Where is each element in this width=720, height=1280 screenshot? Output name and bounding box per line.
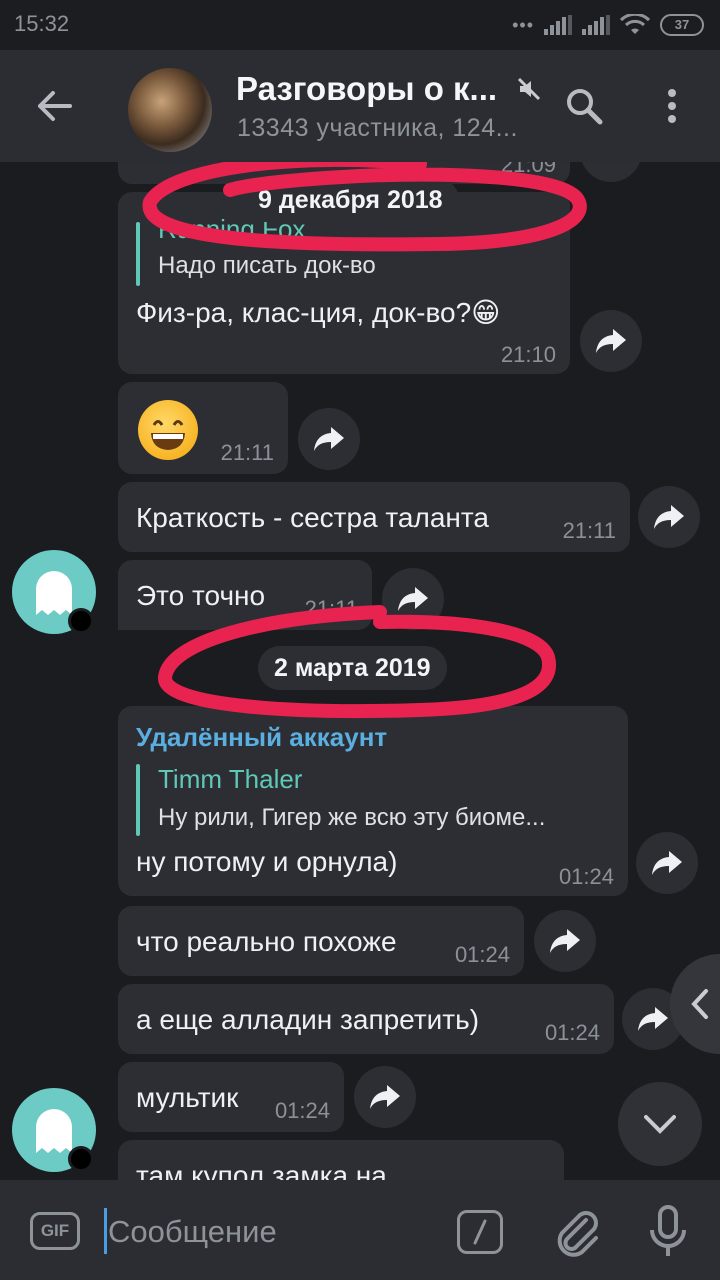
message-text: Это точно xyxy=(136,580,266,611)
share-arrow-icon xyxy=(654,505,684,529)
forward-button[interactable] xyxy=(382,568,444,630)
share-arrow-icon xyxy=(596,329,626,353)
date-separator: 2 марта 2019 xyxy=(258,646,447,690)
message-input[interactable] xyxy=(108,1210,428,1254)
wifi-icon xyxy=(620,14,650,34)
message-time: 01:24 xyxy=(274,1098,330,1123)
status-icons: ••• 37 xyxy=(512,12,704,38)
bot-command-button[interactable] xyxy=(457,1210,503,1254)
chat-header: Разговоры о к... 13343 участника, 124... xyxy=(0,50,720,162)
status-bar: 15:32 ••• 37 xyxy=(0,0,720,50)
message-time: 01:24 xyxy=(558,864,614,889)
text-caret xyxy=(104,1208,107,1254)
share-arrow-icon xyxy=(550,929,580,953)
share-arrow-icon xyxy=(638,1007,668,1031)
share-arrow-icon xyxy=(314,427,344,451)
quote-author: Timm Thaler xyxy=(158,764,303,794)
microphone-icon[interactable] xyxy=(646,1204,690,1260)
share-arrow-icon xyxy=(370,1085,400,1109)
message-bubble[interactable]: Удалённый аккаунт Timm Thaler Ну рили, Г… xyxy=(118,706,628,896)
search-button[interactable] xyxy=(560,82,608,130)
message-text: Физ-ра, клас-ция, док-во?😁 xyxy=(136,297,501,328)
message-bubble[interactable]: Это точно 21:11 xyxy=(118,560,372,630)
message-bubble[interactable]: что реально похоже 01:24 xyxy=(118,906,524,976)
chevron-down-icon xyxy=(644,1115,676,1134)
more-vertical-icon xyxy=(668,89,676,123)
message-bubble[interactable]: 21:11 xyxy=(118,382,288,474)
message-text: Краткость - сестра таланта xyxy=(136,502,489,533)
forward-button[interactable] xyxy=(636,832,698,894)
search-icon xyxy=(567,89,603,125)
scroll-down-button[interactable] xyxy=(618,1082,702,1166)
message-text: что реально похоже xyxy=(136,926,397,957)
message-bubble[interactable]: мультик 01:24 xyxy=(118,1062,344,1132)
grinning-emoji-icon xyxy=(138,400,198,460)
forward-button[interactable] xyxy=(298,408,360,470)
quote-text: Ну рили, Гигер же всю эту биоме... xyxy=(158,804,546,831)
message-time: 21:09 xyxy=(500,162,556,177)
forward-button[interactable] xyxy=(534,910,596,972)
quote-bar xyxy=(136,764,140,836)
message-bubble[interactable]: Краткость - сестра таланта 21:11 xyxy=(118,482,630,552)
message-bubble[interactable]: а еще алладин запретить) 01:24 xyxy=(118,984,614,1054)
forward-button[interactable] xyxy=(354,1066,416,1128)
side-panel-handle[interactable] xyxy=(670,954,720,1054)
share-arrow-icon xyxy=(652,851,682,875)
arrow-left-icon xyxy=(38,91,72,121)
status-dot xyxy=(68,608,94,634)
message-text: ну потому и орнула) xyxy=(136,846,398,877)
date-separator: 9 декабря 2018 xyxy=(242,178,459,222)
message-time: 21:11 xyxy=(562,518,616,543)
sender-name[interactable]: Удалённый аккаунт xyxy=(136,722,387,753)
ghost-icon xyxy=(36,571,72,615)
status-dot xyxy=(68,1146,94,1172)
paperclip-icon[interactable] xyxy=(552,1206,602,1258)
chevron-left-icon xyxy=(691,989,708,1019)
gif-button[interactable]: GIF xyxy=(30,1212,80,1250)
slash-icon xyxy=(473,1219,487,1245)
signal-dots-icon: ••• xyxy=(512,14,534,35)
message-bubble[interactable]: там купол замка на xyxy=(118,1140,564,1180)
forward-button[interactable] xyxy=(580,162,642,182)
signal-icon-2 xyxy=(582,15,610,35)
chat-subtitle[interactable]: 13343 участника, 124... xyxy=(237,114,518,143)
message-time: 21:10 xyxy=(500,342,556,367)
share-arrow-icon xyxy=(398,587,428,611)
message-input-bar: GIF xyxy=(0,1180,720,1280)
back-button[interactable] xyxy=(24,78,84,134)
status-time: 15:32 xyxy=(14,11,70,36)
more-menu-button[interactable] xyxy=(652,80,692,132)
quote-bar xyxy=(136,222,140,286)
forward-button[interactable] xyxy=(638,486,700,548)
chat-avatar[interactable] xyxy=(128,68,212,152)
chat-title[interactable]: Разговоры о к... xyxy=(236,70,497,108)
mute-icon xyxy=(517,77,541,101)
message-text: а еще алладин запретить) xyxy=(136,1004,480,1035)
message-time: 01:24 xyxy=(544,1020,600,1045)
ghost-icon xyxy=(36,1109,72,1153)
message-time: 21:11 xyxy=(220,440,274,465)
forward-button[interactable] xyxy=(580,310,642,372)
message-text: мультик xyxy=(136,1082,239,1113)
signal-icon xyxy=(544,15,572,35)
chat-area[interactable]: 21:09 Running Fox Надо писать док-во Физ… xyxy=(0,162,720,1180)
message-time: 21:11 xyxy=(304,596,358,621)
quote-text: Надо писать док-во xyxy=(158,252,376,279)
battery-icon: 37 xyxy=(660,14,704,36)
message-time: 01:24 xyxy=(454,942,510,967)
message-text: там купол замка на xyxy=(136,1160,387,1180)
